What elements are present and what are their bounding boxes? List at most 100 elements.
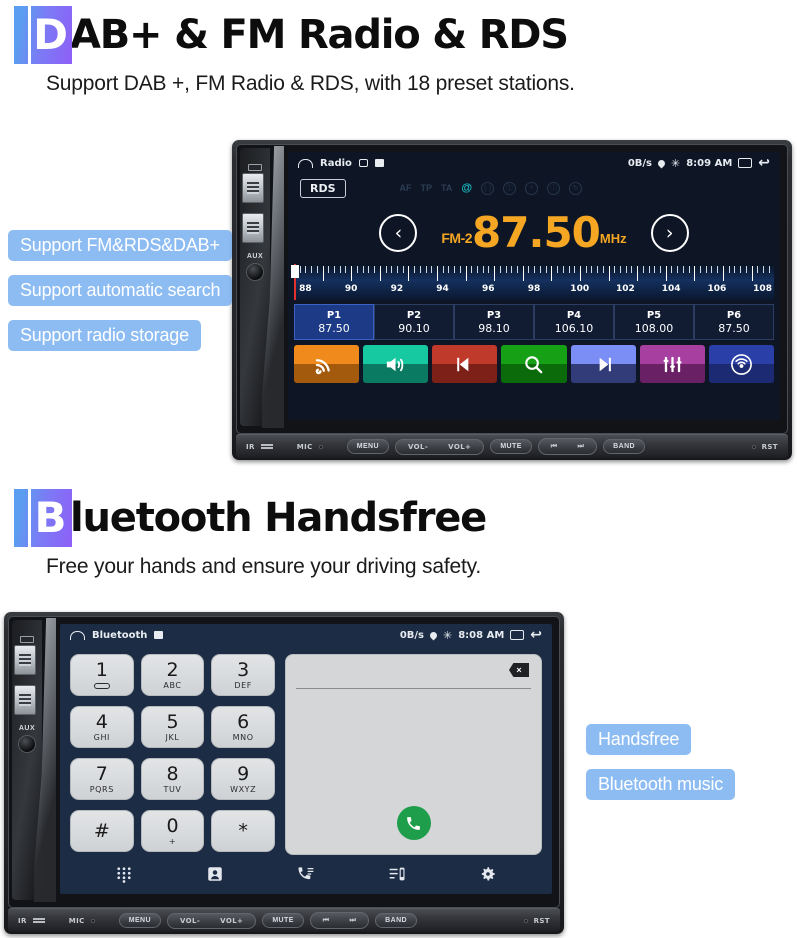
info-icon[interactable]: ⓘ [547,181,561,195]
gear-icon [482,867,496,881]
bluetooth-screen: Bluetooth 0B/s ✳ 8:08 AM ↩ 1 2 ABC 3 DEF 4 GHI… [60,624,552,894]
dial-key-2[interactable]: 2 ABC [140,654,205,696]
location-pin-icon [428,630,439,640]
equalizer-button[interactable] [639,345,705,383]
dial-key-letters: MNO [232,732,254,742]
preset-p3[interactable]: P3 98.10 [454,304,534,340]
preset-p1[interactable]: P1 87.50 [294,304,374,340]
rds-toolbar: RDS AF TP TA @ (·) ⓵ ⌕ ⓘ ↻ [288,174,780,202]
dial-key-star[interactable]: * [211,810,275,852]
frequency-scale[interactable]: 88 90 92 94 96 98 100 102 104 106 108 [291,264,774,300]
prev-track-button[interactable]: ⏮ [323,916,330,925]
tp-toggle[interactable]: TP [421,183,433,193]
nav-settings[interactable] [443,865,534,883]
preset-p6[interactable]: P6 87.50 [694,304,774,340]
rds-eon-icon[interactable]: @ [461,182,472,194]
nav-dialpad[interactable] [78,865,169,883]
dial-key-3[interactable]: 3 DEF [211,654,275,696]
clock: 8:08 AM [458,629,505,641]
prev-track-button[interactable]: ⏮ [551,442,558,451]
dial-key-letters: ABC [163,680,182,690]
back-icon[interactable]: ↩ [530,628,542,642]
recents-icon[interactable] [510,630,525,640]
menu-button[interactable]: MENU [346,439,389,454]
vol-down-button[interactable]: VOL- [408,443,428,451]
dial-key-hash[interactable]: # [70,810,134,852]
previous-button[interactable] [432,345,498,383]
ta-toggle[interactable]: TA [441,183,452,193]
section-badge-d: D [14,6,72,64]
dial-key-9[interactable]: 9 WXYZ [211,758,275,800]
refresh-icon[interactable]: ↻ [569,181,583,195]
preset-name: P5 [646,309,662,321]
rds-button[interactable]: RDS [300,178,346,198]
home-icon[interactable] [70,630,85,640]
reset-hole-icon[interactable] [523,918,528,923]
tune-next-button[interactable]: › [650,214,689,252]
nav-contacts[interactable] [169,865,260,883]
clock: 8:09 AM [686,157,733,169]
next-track-button[interactable]: ⏭ [349,916,356,925]
band-button[interactable]: BAND [375,913,417,928]
search-icon[interactable]: ⌕ [525,181,539,195]
mute-button[interactable]: MUTE [490,439,532,454]
tuner-row: ‹ FM-2 87.50 MHz › [288,202,780,264]
back-icon[interactable]: ↩ [758,156,770,170]
reset-hole-icon[interactable] [751,444,756,449]
sd-card-icon [154,631,164,639]
preset-p2[interactable]: P2 90.10 [374,304,454,340]
volume-button[interactable] [363,345,429,383]
section-title: luetooth Handsfree [70,495,487,541]
dial-key-7[interactable]: 7 PQRS [70,758,134,800]
frequency-value: 87.50 [472,207,601,257]
dab-button[interactable] [294,345,360,383]
vol-up-button[interactable]: VOL+ [220,917,243,925]
scale-tick-label: 102 [616,284,635,294]
preset-p4[interactable]: P4 106.10 [534,304,614,340]
nav-call-log[interactable] [260,865,351,883]
preset-frequency: 108.00 [634,321,674,335]
dial-key-1[interactable]: 1 [70,654,134,696]
af-toggle[interactable]: AF [400,183,412,193]
frequency-display: FM-2 87.50 MHz [441,207,626,257]
preset-name: P2 [406,309,422,321]
signal-icon[interactable]: (·) [481,181,495,195]
scan-search-button[interactable] [501,345,567,383]
preset-p5[interactable]: P5 108.00 [614,304,694,340]
tune-prev-button[interactable]: ‹ [379,214,418,252]
dial-key-4[interactable]: 4 GHI [70,706,134,748]
phone-number-field[interactable]: × [296,663,531,689]
dial-key-digit: * [238,819,248,842]
dial-key-letters: WXYZ [230,784,257,794]
radio-band-button[interactable] [708,345,774,383]
usb-port-1[interactable] [242,173,264,203]
scale-tick-label: 108 [753,284,772,294]
next-button[interactable] [570,345,636,383]
call-button[interactable] [396,806,431,840]
home-icon[interactable] [298,158,313,168]
band-button[interactable]: BAND [603,439,645,454]
menu-button[interactable]: MENU [118,913,161,928]
bluetooth-dialer: 1 2 ABC 3 DEF 4 GHI 5 JKL 6 MNO 7 PQRS 8 TUV 9 WXYZ #0 + * … [60,646,552,855]
ir-label: IR [246,442,255,451]
backspace-icon[interactable]: × [509,663,529,677]
aux-jack[interactable] [246,263,264,281]
usb-port-2[interactable] [242,213,264,243]
aux-jack[interactable] [18,735,36,753]
dial-key-6[interactable]: 6 MNO [211,706,275,748]
dial-key-0[interactable]: 0 + [140,810,205,852]
next-track-button[interactable]: ⏭ [577,442,584,451]
pty-icon[interactable]: ⓵ [503,181,517,195]
vol-down-button[interactable]: VOL- [180,917,200,925]
usb-port-1[interactable] [14,645,36,675]
usb-port-2[interactable] [14,685,36,715]
badge-letter: B [34,493,66,542]
dab-icon [315,358,330,374]
mute-button[interactable]: MUTE [262,913,304,928]
track-button-group: ⏮ ⏭ [537,438,598,455]
recents-icon[interactable] [738,158,753,168]
dial-key-8[interactable]: 8 TUV [140,758,205,800]
dial-key-5[interactable]: 5 JKL [140,706,205,748]
nav-phonebook[interactable] [352,865,443,883]
vol-up-button[interactable]: VOL+ [448,443,471,451]
